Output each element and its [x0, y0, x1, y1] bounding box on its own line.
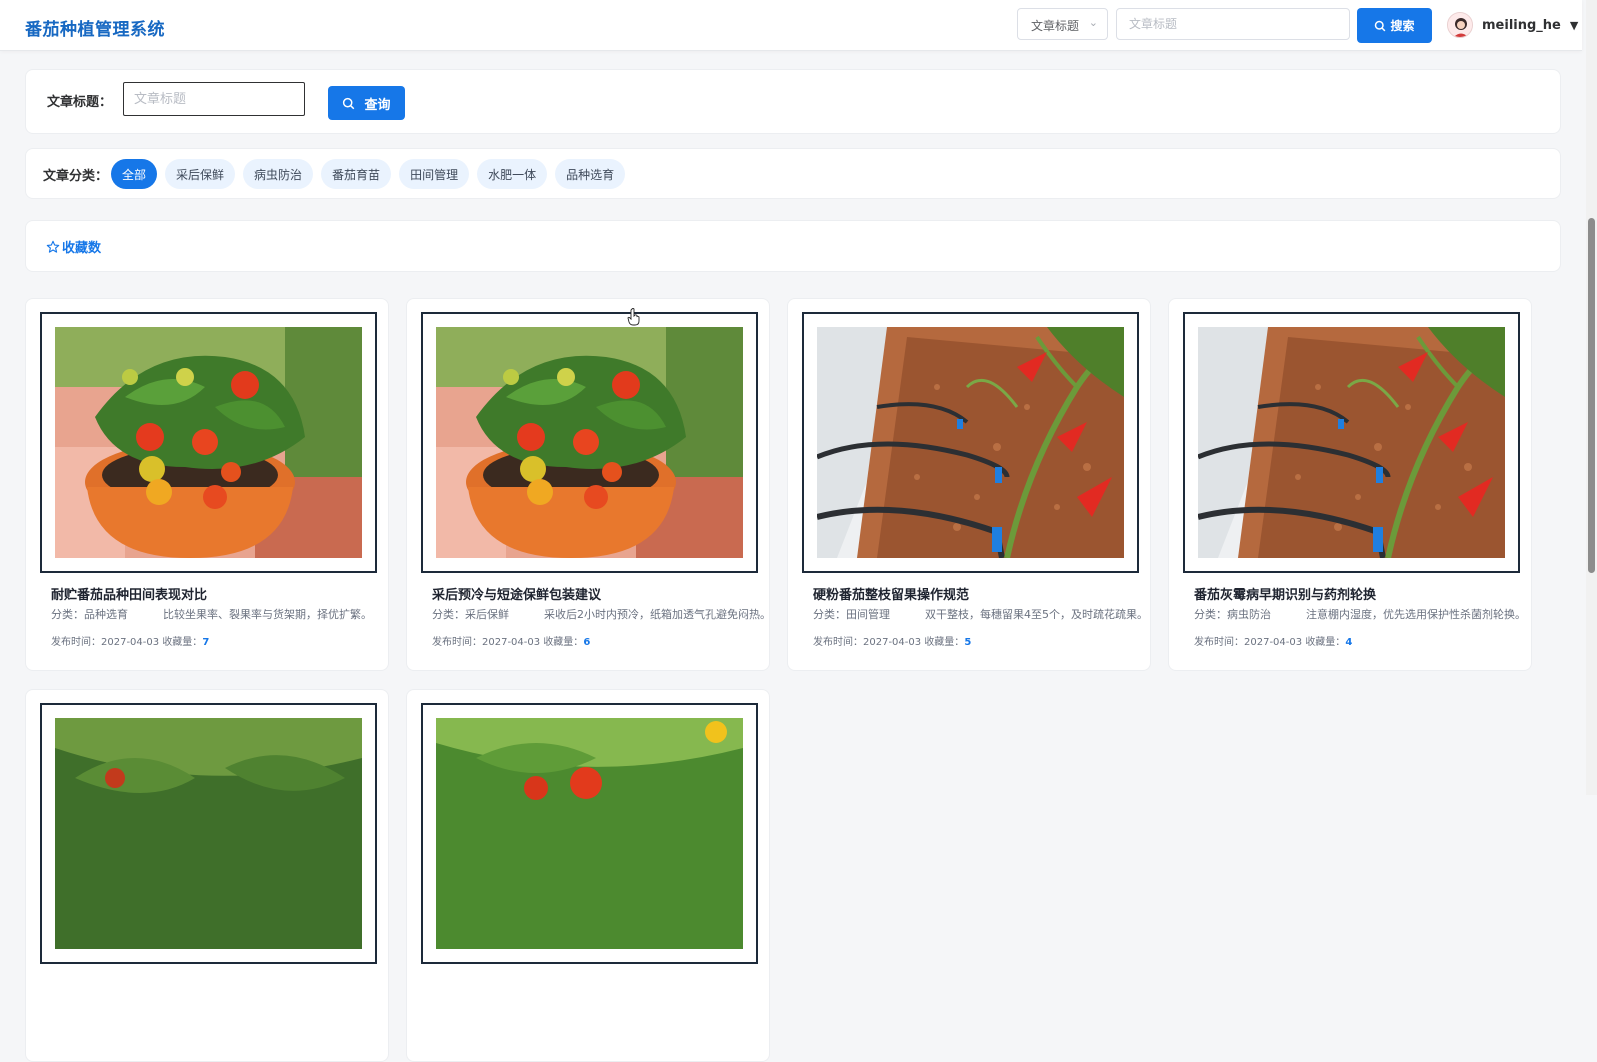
article-footer: 发布时间：2027-04-03 收藏量：4	[1194, 633, 1352, 648]
article-date: 发布时间：2027-04-03	[432, 637, 541, 648]
search-field-select[interactable]: 文章标题 ⌄	[1017, 8, 1108, 40]
article-category: 分类：品种选育	[51, 608, 128, 621]
article-meta: 分类：田间管理 双干整枝，每穗留果4至5个，及时疏花疏果。	[813, 606, 1148, 622]
favorite-count-label: 收藏量：	[924, 637, 965, 648]
article-summary: 比较坐果率、裂果率与货架期，择优扩繁。	[163, 608, 372, 621]
article-footer: 发布时间：2027-04-03 收藏量：7	[51, 633, 209, 648]
article-title[interactable]: 采后预冷与短途保鲜包装建议	[432, 584, 601, 603]
article-category: 分类：采后保鲜	[432, 608, 509, 621]
article-footer: 发布时间：2027-04-03 收藏量：5	[813, 633, 971, 648]
category-chip[interactable]: 水肥一体	[477, 159, 548, 189]
article-meta: 分类：品种选育 比较坐果率、裂果率与货架期，择优扩繁。	[51, 606, 372, 622]
category-chip[interactable]: 病虫防治	[243, 159, 314, 189]
article-card[interactable]	[406, 689, 770, 1062]
article-image	[1198, 327, 1505, 558]
article-card[interactable]: 番茄灰霉病早期识别与药剂轮换 分类：病虫防治 注意棚内湿度，优先选用保护性杀菌剂轮…	[1168, 298, 1532, 671]
article-image	[436, 718, 743, 949]
article-card[interactable]: 采后预冷与短途保鲜包装建议 分类：采后保鲜 采收后2小时内预冷，纸箱加透气孔避免闷…	[406, 298, 771, 671]
star-icon	[46, 240, 60, 253]
article-image-frame	[40, 312, 377, 573]
favorite-count: 5	[964, 637, 972, 648]
article-meta: 分类：病虫防治 注意棚内湿度，优先选用保护性杀菌剂轮换。	[1194, 606, 1526, 622]
category-chip[interactable]: 采后保鲜	[165, 159, 236, 189]
article-image	[817, 327, 1124, 558]
article-image-frame	[421, 312, 758, 573]
category-chip[interactable]: 田间管理	[399, 159, 470, 189]
article-date: 发布时间：2027-04-03	[813, 637, 922, 648]
header-search-input[interactable]	[1116, 8, 1350, 40]
query-button[interactable]: 查询	[328, 86, 405, 120]
article-title[interactable]: 硬粉番茄整枝留果操作规范	[813, 584, 969, 603]
favorite-count-label: 收藏量：	[162, 637, 203, 648]
article-image-frame	[421, 703, 758, 964]
article-title[interactable]: 耐贮番茄品种田间表现对比	[51, 584, 207, 603]
sort-label: 收藏数	[62, 241, 102, 256]
article-card[interactable]	[25, 689, 389, 1062]
category-panel: 文章分类： 全部 采后保鲜 病虫防治 番茄育苗 田间管理 水肥一体 品种选育	[25, 148, 1561, 199]
article-image	[55, 327, 362, 558]
category-chip[interactable]: 全部	[111, 159, 158, 189]
search-icon	[1375, 20, 1386, 31]
article-category: 分类：田间管理	[813, 608, 890, 621]
article-image-frame	[802, 312, 1139, 573]
app-title: 番茄种植管理系统	[25, 20, 165, 40]
article-summary: 注意棚内湿度，优先选用保护性杀菌剂轮换。	[1306, 608, 1526, 621]
article-image-frame	[1183, 312, 1520, 573]
hand-cursor-icon	[627, 308, 640, 326]
article-summary: 采收后2小时内预冷，纸箱加透气孔避免闷热。	[544, 608, 771, 621]
favorite-count-label: 收藏量：	[543, 637, 584, 648]
query-panel: 文章标题： 查询	[25, 69, 1561, 134]
article-image-frame	[40, 703, 377, 964]
sort-panel: 收藏数	[25, 220, 1561, 272]
favorite-count: 4	[1345, 637, 1353, 648]
favorite-count-label: 收藏量：	[1305, 637, 1346, 648]
page-scrollbar[interactable]	[1586, 0, 1597, 795]
favorite-count: 7	[202, 637, 210, 648]
article-image	[436, 327, 743, 558]
title-query-input[interactable]	[123, 82, 305, 116]
category-label: 文章分类：	[43, 169, 109, 184]
category-chip[interactable]: 品种选育	[555, 159, 626, 189]
header-search-button-label: 搜索	[1390, 19, 1415, 33]
search-field-select-value: 文章标题	[1031, 19, 1080, 33]
favorite-count: 6	[583, 637, 591, 648]
article-summary: 双干整枝，每穗留果4至5个，及时疏花疏果。	[925, 608, 1148, 621]
query-label: 文章标题：	[47, 95, 113, 110]
caret-down-icon: ▼	[1569, 18, 1579, 32]
search-icon	[343, 97, 355, 109]
article-date: 发布时间：2027-04-03	[51, 637, 160, 648]
article-card[interactable]: 硬粉番茄整枝留果操作规范 分类：田间管理 双干整枝，每穗留果4至5个，及时疏花疏果…	[787, 298, 1151, 671]
article-image	[55, 718, 362, 949]
article-title[interactable]: 番茄灰霉病早期识别与药剂轮换	[1194, 584, 1376, 603]
article-category: 分类：病虫防治	[1194, 608, 1271, 621]
sort-by-favorites[interactable]: 收藏数	[46, 237, 101, 256]
header-search-button[interactable]: 搜索	[1357, 8, 1432, 43]
category-chip[interactable]: 番茄育苗	[321, 159, 392, 189]
article-date: 发布时间：2027-04-03	[1194, 637, 1303, 648]
chevron-down-icon: ⌄	[1088, 16, 1098, 29]
article-meta: 分类：采后保鲜 采收后2小时内预冷，纸箱加透气孔避免闷热。	[432, 606, 771, 622]
avatar	[1447, 12, 1473, 38]
category-chips: 全部 采后保鲜 病虫防治 番茄育苗 田间管理 水肥一体 品种选育	[111, 159, 626, 189]
article-footer: 发布时间：2027-04-03 收藏量：6	[432, 633, 590, 648]
scrollbar-thumb[interactable]	[1588, 218, 1595, 573]
user-menu[interactable]: meiling_he ▼	[1447, 10, 1578, 40]
username: meiling_he	[1482, 17, 1561, 33]
article-card[interactable]: 耐贮番茄品种田间表现对比 分类：品种选育 比较坐果率、裂果率与货架期，择优扩繁。 …	[25, 298, 389, 671]
query-button-label: 查询	[364, 97, 391, 113]
top-navbar: 番茄种植管理系统 文章标题 ⌄ 搜索 meiling_he ▼	[0, 0, 1582, 51]
